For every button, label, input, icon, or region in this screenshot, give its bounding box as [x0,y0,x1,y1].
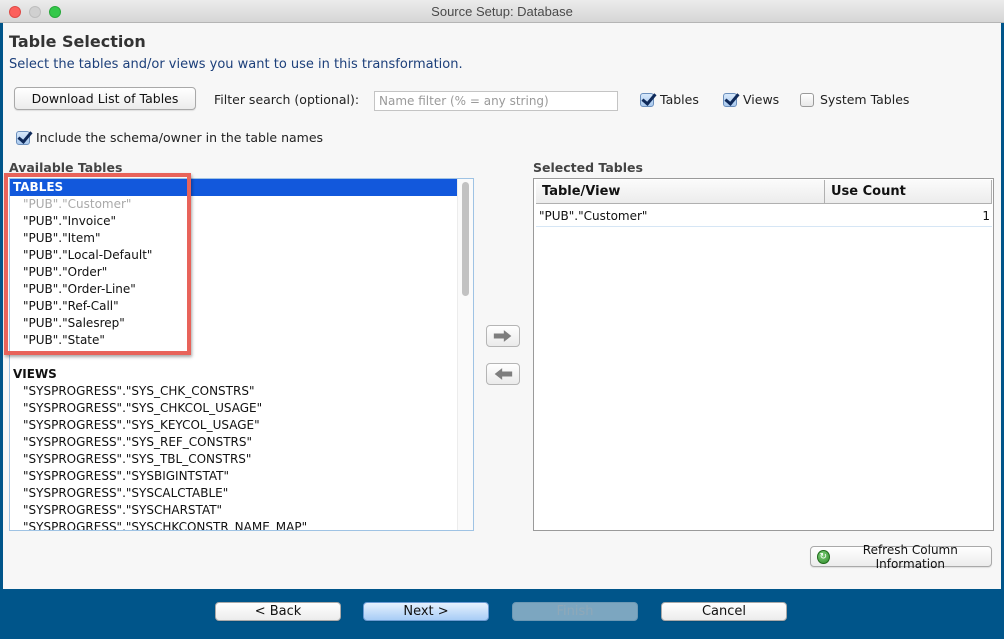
table-header: Table/View Use Count [536,180,992,204]
column-header-use-count[interactable]: Use Count [825,180,992,203]
title-bar: Source Setup: Database [0,0,1004,23]
list-item[interactable]: "SYSPROGRESS"."SYS_CHKCOL_USAGE" [10,400,457,417]
refresh-button-label: Refresh Column Information [862,542,958,571]
include-schema-checkbox[interactable]: Include the schema/owner in the table na… [16,130,323,145]
remove-table-button[interactable] [486,363,520,385]
arrow-left-icon [494,368,513,380]
list-item[interactable]: "PUB"."Order" [10,264,457,281]
system-tables-checkbox-label: System Tables [820,92,910,107]
filter-label: Filter search (optional): [214,92,360,107]
list-item[interactable]: "PUB"."Salesrep" [10,315,457,332]
available-tables-label: Available Tables [9,160,123,175]
selected-tables-table[interactable]: Table/View Use Count "PUB"."Customer" 1 [533,178,994,531]
views-checkbox[interactable]: Views [723,92,779,107]
list-item[interactable]: "SYSPROGRESS"."SYS_REF_CONSTRS" [10,434,457,451]
list-group-header-views[interactable]: VIEWS [10,366,457,383]
arrow-right-icon [493,330,512,342]
checkbox-unchecked-icon[interactable] [800,92,814,107]
list-item[interactable]: "PUB"."Order-Line" [10,281,457,298]
list-item[interactable]: "PUB"."Local-Default" [10,247,457,264]
list-group-header-tables[interactable]: TABLES [10,179,457,196]
available-tables-scrollbar[interactable] [457,179,473,530]
refresh-column-information-button[interactable]: ↻ Refresh Column Information [810,543,992,571]
list-item[interactable]: "PUB"."State" [10,332,457,349]
table-row[interactable]: "PUB"."Customer" 1 [536,205,992,227]
list-item[interactable]: "SYSPROGRESS"."SYS_CHK_CONSTRS" [10,383,457,400]
next-button[interactable]: Next > [363,602,489,621]
available-tables-scroll-area: TABLES "PUB"."Customer" "PUB"."Invoice" … [10,179,457,530]
dialog-content: Table Selection Select the tables and/or… [3,23,1001,589]
add-table-button[interactable] [486,325,520,347]
back-button[interactable]: < Back [215,602,341,621]
list-item[interactable]: "SYSPROGRESS"."SYSCALCTABLE" [10,485,457,502]
system-tables-checkbox[interactable]: System Tables [800,92,909,107]
list-item[interactable]: "PUB"."Ref-Call" [10,298,457,315]
list-item[interactable]: "PUB"."Invoice" [10,213,457,230]
cell-table-name: "PUB"."Customer" [539,208,648,223]
list-item[interactable]: "SYSPROGRESS"."SYSCHARSTAT" [10,502,457,519]
include-schema-label: Include the schema/owner in the table na… [36,130,324,145]
views-checkbox-label: Views [743,92,780,107]
column-header-table-view[interactable]: Table/View [536,180,825,203]
refresh-icon: ↻ [817,549,830,564]
available-tables-list[interactable]: TABLES "PUB"."Customer" "PUB"."Invoice" … [9,178,474,531]
list-item[interactable]: "PUB"."Customer" [10,196,457,213]
list-item[interactable]: "SYSPROGRESS"."SYSBIGINTSTAT" [10,468,457,485]
checkbox-checked-icon[interactable] [723,92,737,107]
checkbox-checked-icon[interactable] [640,92,654,107]
cell-use-count: 1 [982,208,990,223]
download-list-button[interactable]: Download List of Tables [14,87,196,110]
window-title: Source Setup: Database [431,4,573,19]
checkbox-checked-icon[interactable] [16,130,30,145]
finish-button: Finish [512,602,638,621]
cancel-button[interactable]: Cancel [661,602,787,621]
page-subtitle: Select the tables and/or views you want … [9,57,463,72]
list-item[interactable]: "SYSPROGRESS"."SYS_KEYCOL_USAGE" [10,417,457,434]
tables-checkbox-label: Tables [660,92,699,107]
selected-tables-label: Selected Tables [533,160,643,175]
page-title: Table Selection [9,32,146,51]
scrollbar-thumb[interactable] [462,182,469,296]
list-item[interactable]: "SYSPROGRESS"."SYSCHKCONSTR_NAME_MAP" [10,519,457,530]
list-item[interactable]: "PUB"."Item" [10,230,457,247]
filter-search-input[interactable] [374,91,618,111]
list-item[interactable]: "SYSPROGRESS"."SYS_TBL_CONSTRS" [10,451,457,468]
tables-checkbox[interactable]: Tables [640,92,699,107]
